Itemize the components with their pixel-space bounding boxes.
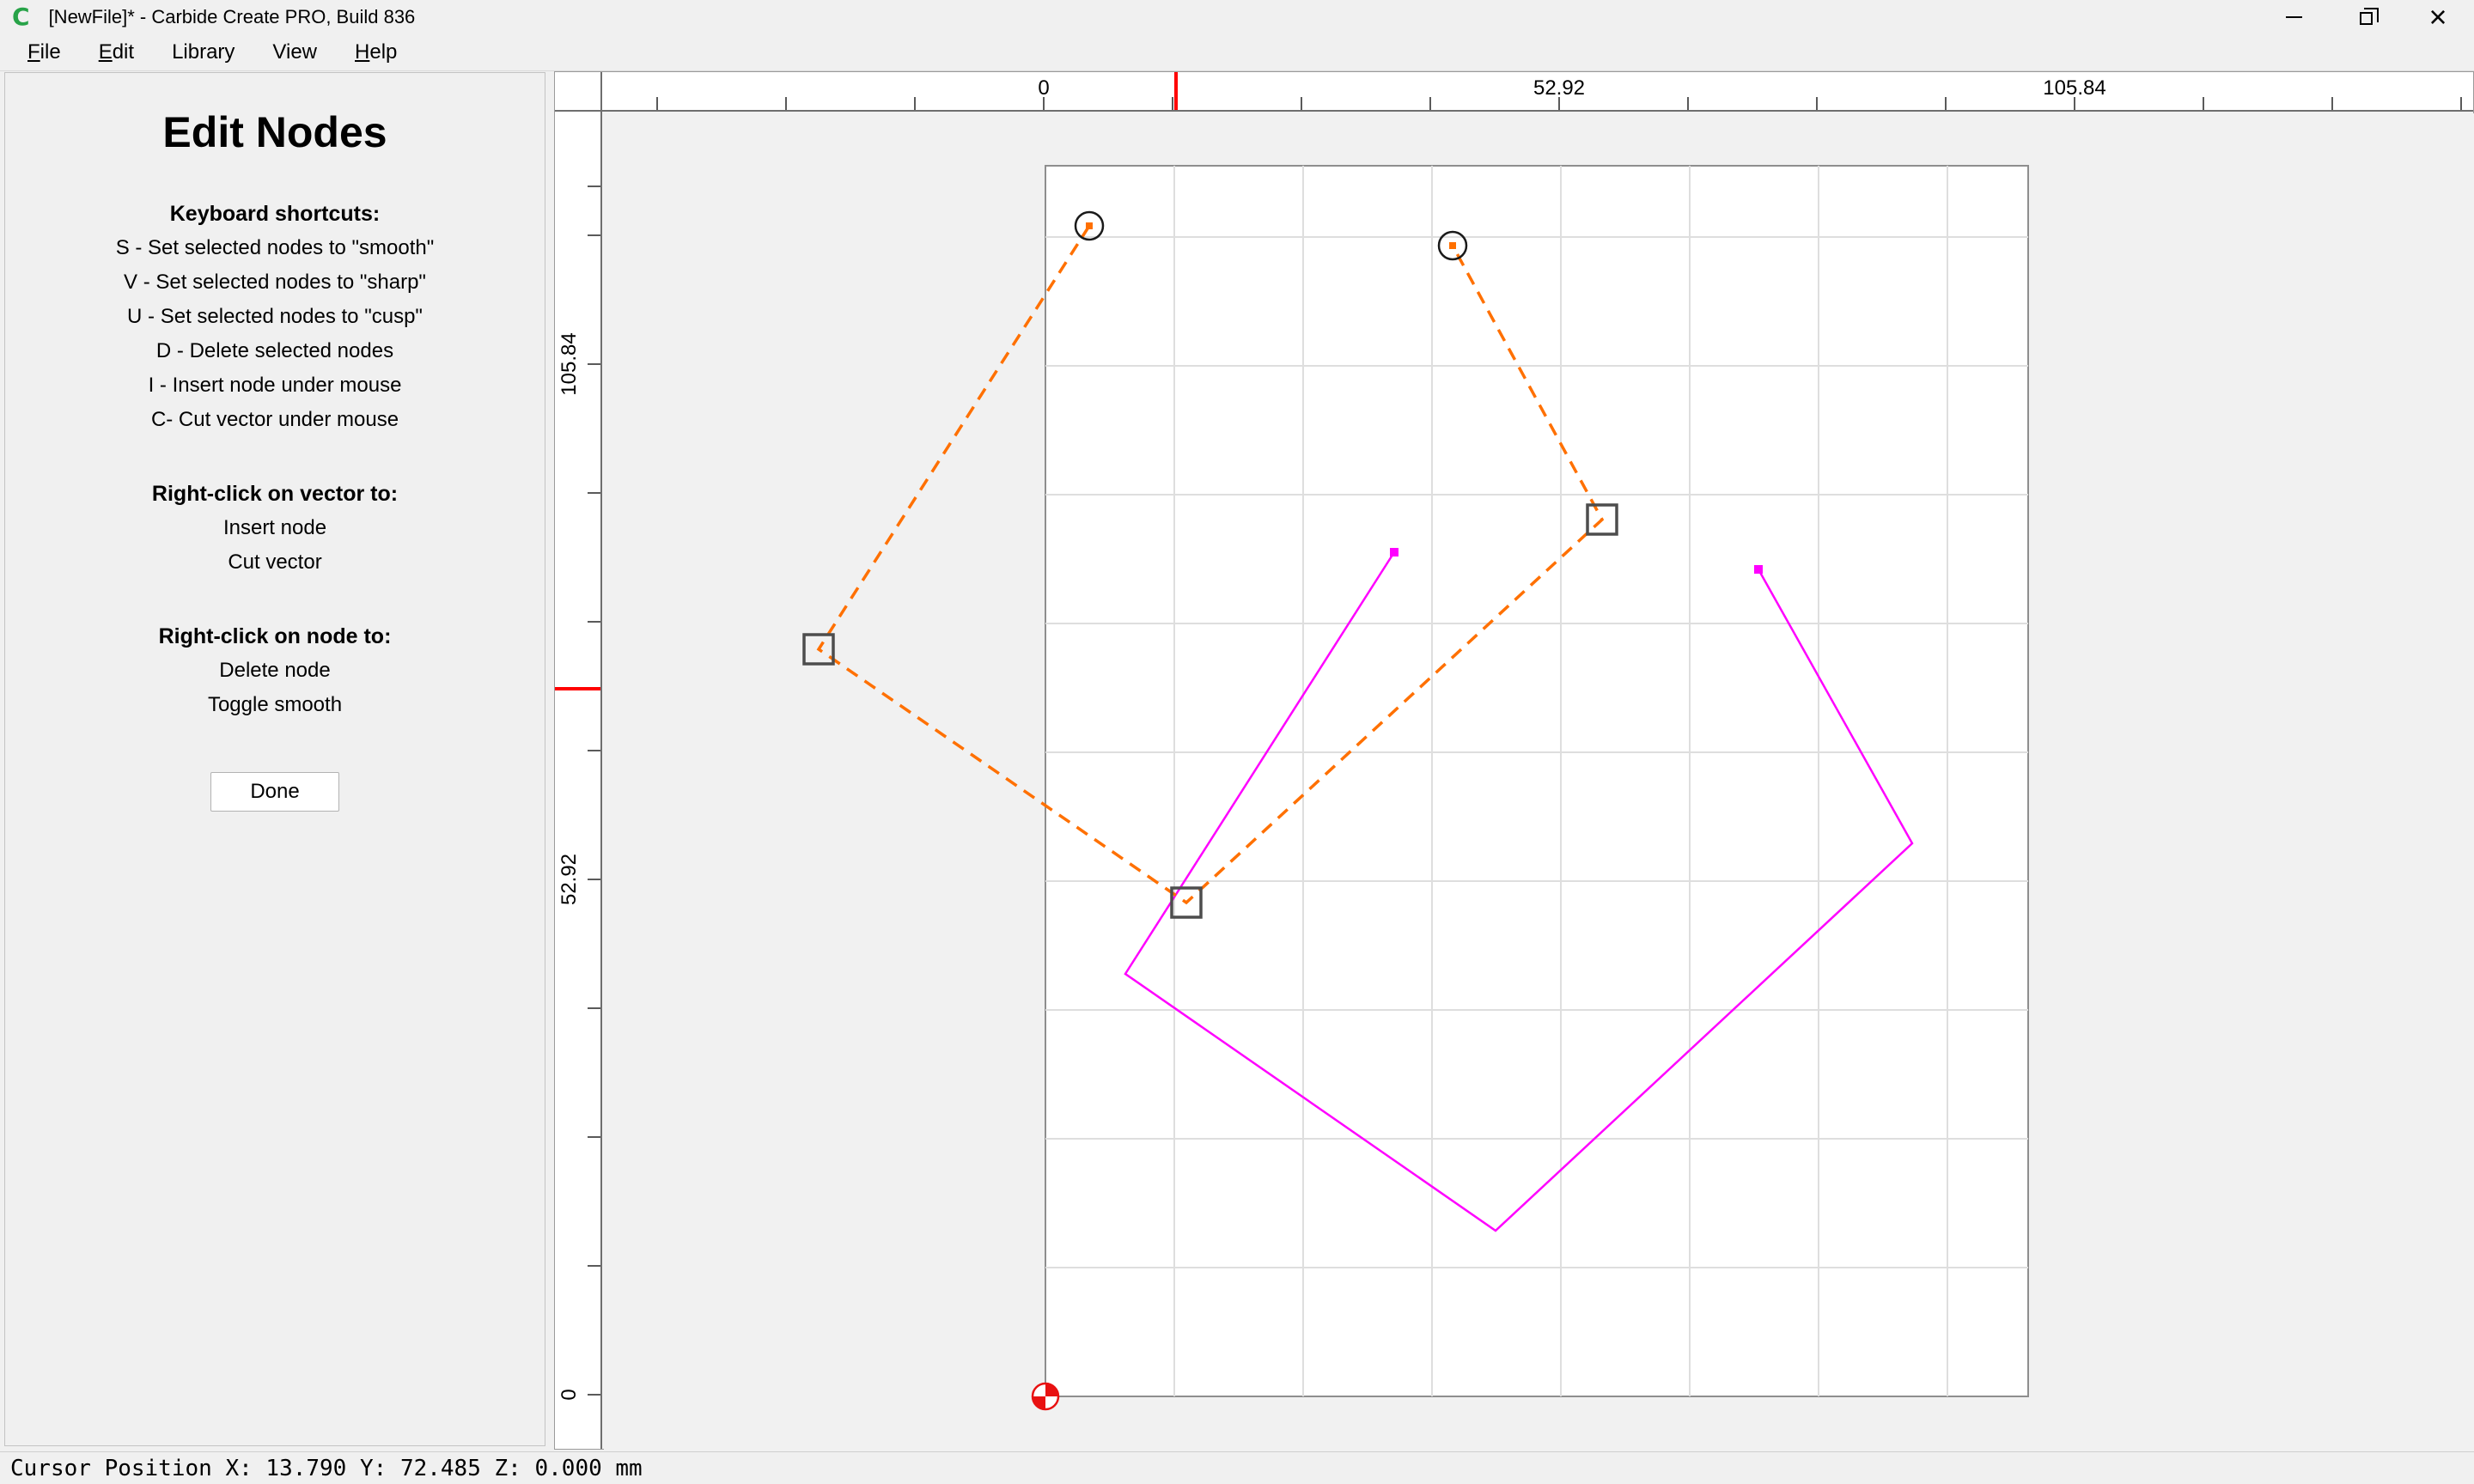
v-ruler-label: 0: [558, 1389, 582, 1400]
horizontal-ruler: 0 52.92 105.84: [602, 72, 2473, 112]
status-bar: Cursor Position X: 13.790 Y: 72.485 Z: 0…: [0, 1451, 2474, 1484]
panel-section-header: Right-click on vector to:: [5, 477, 545, 511]
v-ruler-cursor-marker: [555, 687, 602, 690]
panel-help-line: Delete node: [5, 654, 545, 688]
panel-section-header: Right-click on node to:: [5, 619, 545, 654]
menu-item-file[interactable]: File: [10, 35, 78, 70]
app-window: C [NewFile]* - Carbide Create PRO, Build…: [0, 0, 2474, 1484]
vector-endpoint-dot: [1390, 548, 1398, 556]
v-ruler-label: 105.84: [558, 332, 582, 395]
v-ruler-label: 52.92: [558, 854, 582, 905]
origin-marker-quadrant: [1033, 1396, 1045, 1409]
panel-help-line: Insert node: [5, 511, 545, 545]
design-canvas-svg[interactable]: [604, 113, 2474, 1451]
ruler-corner: [555, 72, 602, 112]
vector-endpoint-dot: [1754, 565, 1763, 574]
edit-nodes-panel: Edit Nodes Keyboard shortcuts:S - Set se…: [4, 72, 545, 1446]
panel-help-line: U - Set selected nodes to "cusp": [5, 300, 545, 334]
restore-button[interactable]: [2330, 0, 2402, 33]
panel-help-line: C- Cut vector under mouse: [5, 403, 545, 437]
menu-item-view[interactable]: View: [255, 35, 334, 70]
drawing-area[interactable]: [604, 113, 2474, 1451]
canvas-area: 0 52.92 105.84 105.84 52.92 0: [554, 71, 2474, 1450]
node-center-dot: [1449, 242, 1456, 249]
cursor-position-readout: Cursor Position X: 13.790 Y: 72.485 Z: 0…: [10, 1456, 643, 1481]
vertical-ruler: 105.84 52.92 0: [555, 112, 602, 1449]
h-ruler-label: 0: [1038, 76, 1049, 100]
title-bar: C [NewFile]* - Carbide Create PRO, Build…: [0, 0, 2474, 33]
panel-title: Edit Nodes: [5, 107, 545, 157]
stock-rectangle: [1045, 166, 2028, 1396]
h-ruler-label: 52.92: [1533, 76, 1585, 100]
panel-help-line: D - Delete selected nodes: [5, 334, 545, 368]
h-ruler-cursor-marker: [1174, 72, 1178, 112]
panel-help-line: I - Insert node under mouse: [5, 368, 545, 403]
menu-item-edit[interactable]: Edit: [82, 35, 151, 70]
window-controls: ×: [2258, 0, 2474, 33]
panel-help-line: Toggle smooth: [5, 688, 545, 722]
h-ruler-label: 105.84: [2043, 76, 2105, 100]
panel-help-line: Cut vector: [5, 545, 545, 580]
panel-sections: Keyboard shortcuts:S - Set selected node…: [5, 197, 545, 722]
done-button[interactable]: Done: [210, 772, 339, 812]
window-title: [NewFile]* - Carbide Create PRO, Build 8…: [49, 6, 416, 28]
panel-help-line: V - Set selected nodes to "sharp": [5, 265, 545, 300]
close-button[interactable]: ×: [2402, 0, 2474, 33]
minimize-button[interactable]: [2258, 0, 2330, 33]
panel-help-line: S - Set selected nodes to "smooth": [5, 231, 545, 265]
panel-section-header: Keyboard shortcuts:: [5, 197, 545, 231]
menu-item-help[interactable]: Help: [338, 35, 414, 70]
app-logo-icon: C: [12, 5, 30, 29]
menu-item-library[interactable]: Library: [155, 35, 252, 70]
minimize-icon: [2286, 16, 2302, 18]
restore-icon: [2360, 12, 2373, 25]
menu-bar: FileEditLibraryViewHelp: [0, 33, 2474, 71]
node-center-dot: [1086, 222, 1093, 229]
close-icon: ×: [2428, 2, 2447, 33]
